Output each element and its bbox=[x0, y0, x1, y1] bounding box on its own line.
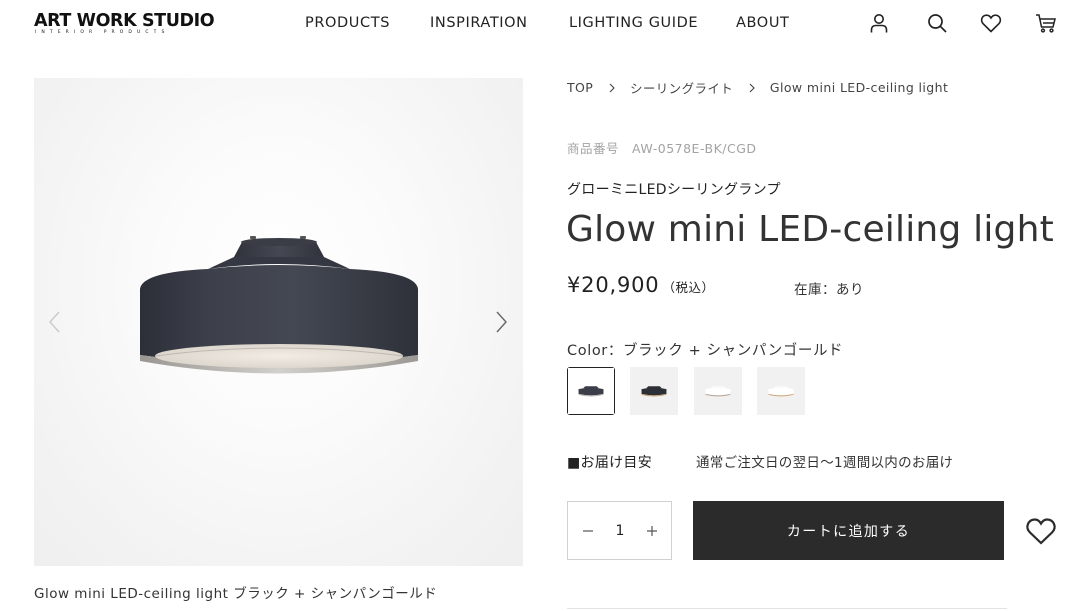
breadcrumb-category[interactable]: シーリングライト bbox=[630, 78, 733, 97]
product-title: Glow mini LED-ceiling light bbox=[566, 209, 1054, 250]
gallery-caption: Glow mini LED-ceiling light ブラック + シャンパン… bbox=[34, 586, 438, 602]
quantity-stepper bbox=[567, 501, 672, 560]
stock-status: 在庫：あり bbox=[794, 282, 864, 298]
wishlist-heart-icon[interactable] bbox=[1024, 515, 1058, 547]
color-swatch-black-gold[interactable] bbox=[630, 367, 678, 415]
cart-icon[interactable] bbox=[1034, 11, 1058, 35]
color-label: Color：ブラック + シャンパンゴールド bbox=[567, 343, 844, 359]
delivery-label: ■お届け目安 bbox=[567, 455, 653, 471]
product-gallery[interactable] bbox=[34, 78, 523, 566]
delivery-estimate: 通常ご注文日の翌日〜1週間以内のお届け bbox=[696, 455, 954, 471]
breadcrumb: TOP シーリングライト Glow mini LED-ceiling light bbox=[567, 78, 948, 96]
nav-products[interactable]: PRODUCTS bbox=[305, 15, 390, 31]
quantity-input[interactable] bbox=[602, 520, 638, 542]
sku-label: 商品番号 bbox=[567, 141, 620, 156]
lamp-image bbox=[140, 236, 418, 374]
search-icon[interactable] bbox=[925, 11, 949, 35]
color-swatch-white-silver[interactable] bbox=[694, 367, 742, 415]
minus-icon[interactable] bbox=[577, 520, 599, 542]
nav-lighting-guide[interactable]: LIGHTING GUIDE bbox=[569, 15, 698, 31]
chevron-right-icon bbox=[607, 83, 617, 93]
gallery-next-icon[interactable] bbox=[490, 308, 512, 336]
tax-note: （税込） bbox=[662, 280, 715, 295]
divider bbox=[567, 608, 1007, 609]
brand-tagline: INTERIOR PRODUCTS bbox=[35, 30, 170, 35]
breadcrumb-current: Glow mini LED-ceiling light bbox=[769, 80, 949, 95]
breadcrumb-top[interactable]: TOP bbox=[567, 80, 593, 95]
site-header: ART WORK STUDIO INTERIOR PRODUCTS PRODUC… bbox=[0, 0, 1080, 48]
brand-name: ART WORK STUDIO bbox=[34, 11, 215, 31]
sku-value: AW-0578E-BK/CGD bbox=[632, 141, 757, 156]
color-swatch-white-wood[interactable] bbox=[757, 367, 805, 415]
gallery-prev-icon[interactable] bbox=[44, 308, 66, 336]
add-to-cart-button[interactable]: カートに追加する bbox=[693, 501, 1004, 560]
price-value: ¥20,900 bbox=[567, 273, 660, 297]
brand-logo[interactable]: ART WORK STUDIO INTERIOR PRODUCTS bbox=[34, 11, 258, 35]
product-sku: 商品番号 AW-0578E-BK/CGD bbox=[567, 138, 757, 157]
plus-icon[interactable] bbox=[641, 520, 663, 542]
color-swatch-black-silver[interactable] bbox=[567, 367, 615, 415]
chevron-right-icon bbox=[747, 83, 757, 93]
product-price: ¥20,900 （税込） bbox=[567, 273, 714, 297]
nav-about[interactable]: ABOUT bbox=[736, 15, 790, 31]
heart-icon[interactable] bbox=[979, 11, 1003, 35]
user-icon[interactable] bbox=[867, 11, 891, 35]
nav-inspiration[interactable]: INSPIRATION bbox=[430, 15, 528, 31]
product-name-jp: グローミニLEDシーリングランプ bbox=[567, 182, 781, 198]
